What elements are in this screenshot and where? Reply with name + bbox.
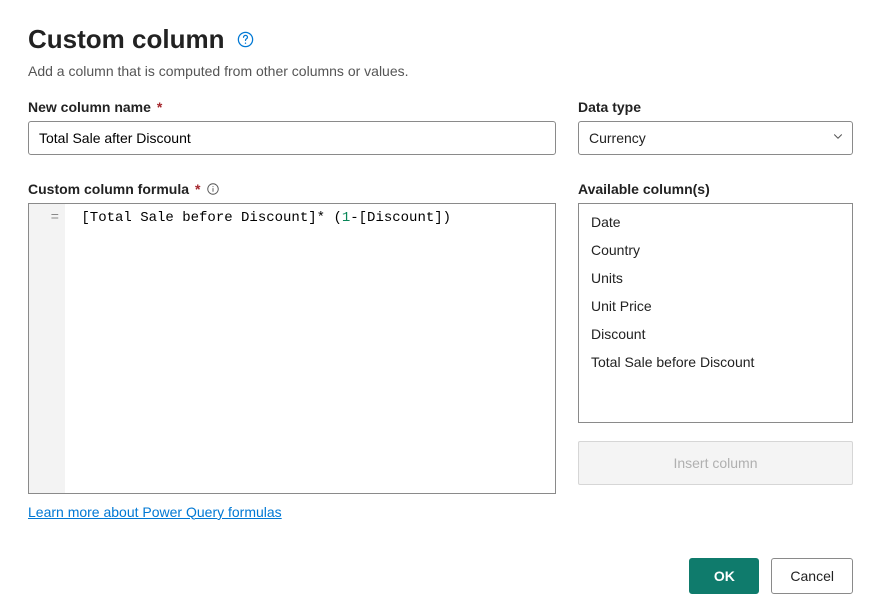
- help-icon[interactable]: [236, 30, 255, 49]
- cancel-button[interactable]: Cancel: [771, 558, 853, 594]
- formula-field: Custom column formula * = [Total Sale be…: [28, 181, 556, 493]
- required-asterisk: *: [195, 181, 200, 197]
- column-name-label: New column name *: [28, 99, 556, 115]
- info-icon[interactable]: [206, 182, 220, 196]
- formula-code[interactable]: [Total Sale before Discount]* (1-[Discou…: [65, 204, 555, 492]
- available-column-item[interactable]: Unit Price: [579, 292, 852, 320]
- formula-label: Custom column formula *: [28, 181, 556, 197]
- dialog-title: Custom column: [28, 24, 224, 55]
- custom-column-dialog: Custom column Add a column that is compu…: [0, 0, 881, 614]
- dialog-header: Custom column: [28, 24, 853, 55]
- data-type-field: Data type Currency: [578, 99, 853, 163]
- insert-column-button: Insert column: [578, 441, 853, 485]
- available-column-item[interactable]: Discount: [579, 320, 852, 348]
- dialog-footer: OK Cancel: [28, 558, 853, 594]
- available-columns-field: Available column(s) Date Country Units U…: [578, 181, 853, 493]
- learn-more-link[interactable]: Learn more about Power Query formulas: [28, 504, 282, 520]
- data-type-label: Data type: [578, 99, 853, 115]
- available-columns-label: Available column(s): [578, 181, 853, 197]
- required-asterisk: *: [157, 99, 162, 115]
- column-name-input[interactable]: [28, 121, 556, 155]
- available-column-item[interactable]: Country: [579, 236, 852, 264]
- available-column-item[interactable]: Total Sale before Discount: [579, 348, 852, 376]
- column-name-field: New column name *: [28, 99, 556, 163]
- data-type-select[interactable]: Currency: [578, 121, 853, 155]
- available-column-item[interactable]: Date: [579, 208, 852, 236]
- formula-gutter: =: [29, 204, 65, 492]
- dialog-subtitle: Add a column that is computed from other…: [28, 63, 853, 79]
- available-column-item[interactable]: Units: [579, 264, 852, 292]
- learn-more-row: Learn more about Power Query formulas: [28, 504, 556, 528]
- available-columns-list: Date Country Units Unit Price Discount T…: [578, 203, 853, 423]
- ok-button[interactable]: OK: [689, 558, 759, 594]
- formula-editor[interactable]: = [Total Sale before Discount]* (1-[Disc…: [28, 203, 556, 493]
